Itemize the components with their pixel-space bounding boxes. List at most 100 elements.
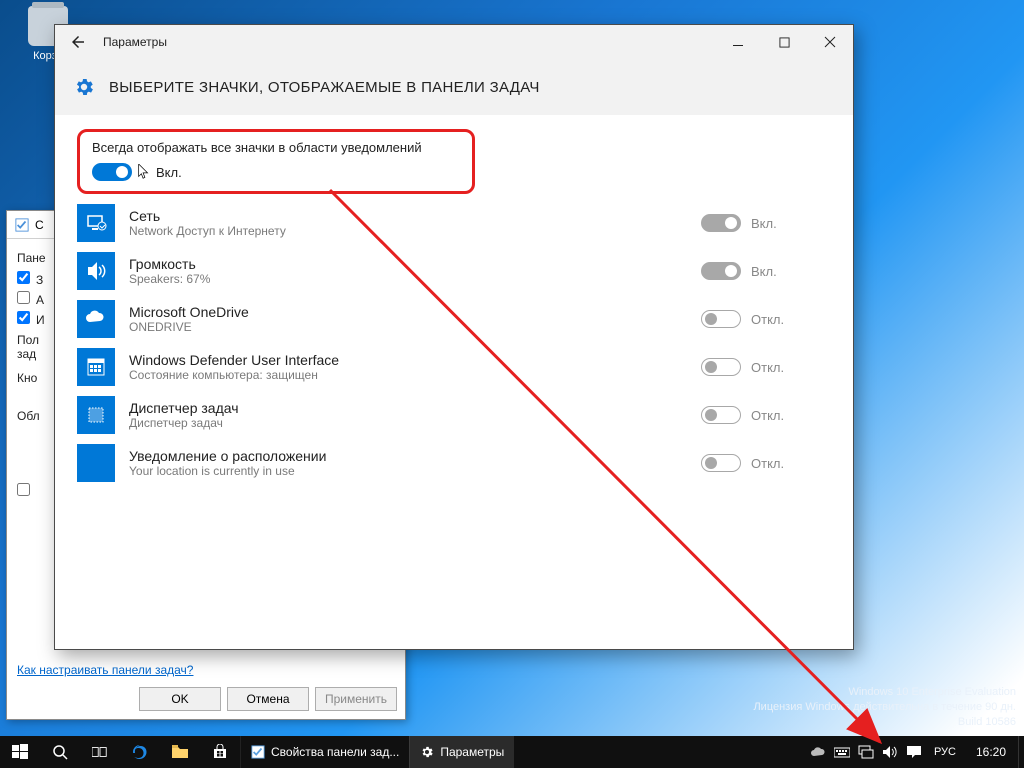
tray-onedrive-icon[interactable] xyxy=(810,744,826,760)
icon-row: Уведомление о расположенииYour location … xyxy=(77,444,831,482)
icon-row: СетьNetwork Доступ к Интернету Вкл. xyxy=(77,204,831,242)
icon-row: Windows Defender User InterfaceСостояние… xyxy=(77,348,831,386)
row-toggle-state: Откл. xyxy=(751,312,784,327)
store-icon xyxy=(212,744,228,760)
tray-keyboard-icon[interactable] xyxy=(834,744,850,760)
master-toggle[interactable] xyxy=(92,163,132,181)
row-subtitle: Состояние компьютера: защищен xyxy=(129,368,339,382)
row-title: Windows Defender User Interface xyxy=(129,352,339,368)
edge-icon xyxy=(132,744,148,760)
checkbox-icon xyxy=(15,218,29,232)
row-toggle[interactable] xyxy=(701,310,741,328)
app-tile-icon xyxy=(77,252,115,290)
row-toggle-state: Откл. xyxy=(751,408,784,423)
props-title-text: С xyxy=(35,218,44,232)
search-button[interactable] xyxy=(40,736,80,768)
file-explorer-button[interactable] xyxy=(160,736,200,768)
system-tray[interactable]: РУС 16:20 xyxy=(806,736,1018,768)
icon-settings-list: СетьNetwork Доступ к ИнтернетуВкл.Громко… xyxy=(77,204,831,482)
tray-language[interactable]: РУС xyxy=(930,746,960,758)
settings-titlebar-text: Параметры xyxy=(95,35,167,49)
row-title: Диспетчер задач xyxy=(129,400,239,416)
store-button[interactable] xyxy=(200,736,240,768)
row-subtitle: Диспетчер задач xyxy=(129,416,239,430)
taskbar[interactable]: Свойства панели зад... Параметры РУС 16:… xyxy=(0,736,1024,768)
row-subtitle: Network Доступ к Интернету xyxy=(129,224,286,238)
cancel-button[interactable]: Отмена xyxy=(227,687,309,711)
app-tile-icon xyxy=(77,300,115,338)
tray-volume-icon[interactable] xyxy=(882,744,898,760)
page-title: ВЫБЕРИТЕ ЗНАЧКИ, ОТОБРАЖАЕМЫЕ В ПАНЕЛИ З… xyxy=(109,79,540,96)
row-title: Громкость xyxy=(129,256,210,272)
gear-icon xyxy=(73,76,95,98)
start-button[interactable] xyxy=(0,736,40,768)
windows-logo-icon xyxy=(12,744,28,760)
row-toggle-state: Вкл. xyxy=(751,264,777,279)
folder-icon xyxy=(172,744,188,760)
search-icon xyxy=(52,744,68,760)
taskbar-app-properties[interactable]: Свойства панели зад... xyxy=(240,736,409,768)
arrow-left-icon xyxy=(69,33,87,51)
icon-row: Диспетчер задачДиспетчер задач Откл. xyxy=(77,396,831,434)
taskbar-app-settings[interactable]: Параметры xyxy=(409,736,514,768)
settings-titlebar[interactable]: Параметры xyxy=(55,25,853,59)
row-toggle[interactable] xyxy=(701,406,741,424)
watermark-line2: Лицензия Windows действительна в течение… xyxy=(753,700,1016,715)
row-text: Microsoft OneDriveONEDRIVE xyxy=(129,304,249,334)
task-view-icon xyxy=(92,744,108,760)
desktop-watermark: Windows 10 Enterprise Evaluation Лицензи… xyxy=(753,685,1016,730)
row-toggle[interactable] xyxy=(701,262,741,280)
app-tile-icon xyxy=(77,444,115,482)
task-view-button[interactable] xyxy=(80,736,120,768)
row-toggle[interactable] xyxy=(701,214,741,232)
apply-button[interactable]: Применить xyxy=(315,687,397,711)
tray-action-center-icon[interactable] xyxy=(906,744,922,760)
gear-small-icon xyxy=(420,745,434,759)
row-text: Диспетчер задачДиспетчер задач xyxy=(129,400,239,430)
row-toggle[interactable] xyxy=(701,454,741,472)
checkbox-small-icon xyxy=(251,745,265,759)
row-subtitle: Your location is currently in use xyxy=(129,464,326,478)
row-text: СетьNetwork Доступ к Интернету xyxy=(129,208,286,238)
window-controls xyxy=(715,25,853,59)
back-button[interactable] xyxy=(61,25,95,59)
ok-button[interactable]: OK xyxy=(139,687,221,711)
settings-header: ВЫБЕРИТЕ ЗНАЧКИ, ОТОБРАЖАЕМЫЕ В ПАНЕЛИ З… xyxy=(55,59,853,115)
master-toggle-state: Вкл. xyxy=(156,165,182,180)
taskbar-app-settings-label: Параметры xyxy=(440,745,504,759)
row-title: Сеть xyxy=(129,208,286,224)
settings-content: Всегда отображать все значки в области у… xyxy=(55,115,853,649)
row-toggle-state: Откл. xyxy=(751,360,784,375)
props-button-row: OK Отмена Применить xyxy=(139,687,397,711)
app-tile-icon xyxy=(77,204,115,242)
settings-window[interactable]: Параметры ВЫБЕРИТЕ ЗНАЧКИ, ОТОБРАЖАЕМЫЕ … xyxy=(54,24,854,650)
cursor-icon xyxy=(138,164,150,180)
row-text: Windows Defender User InterfaceСостояние… xyxy=(129,352,339,382)
master-toggle-label: Всегда отображать все значки в области у… xyxy=(92,140,460,155)
row-subtitle: Speakers: 67% xyxy=(129,272,210,286)
watermark-line1: Windows 10 Enterprise Evaluation xyxy=(753,685,1016,700)
maximize-button[interactable] xyxy=(761,25,807,59)
show-desktop-button[interactable] xyxy=(1018,736,1024,768)
app-tile-icon xyxy=(77,396,115,434)
tray-clock[interactable]: 16:20 xyxy=(968,745,1014,759)
minimize-button[interactable] xyxy=(715,25,761,59)
row-text: Уведомление о расположенииYour location … xyxy=(129,448,326,478)
row-text: ГромкостьSpeakers: 67% xyxy=(129,256,210,286)
row-toggle-state: Откл. xyxy=(751,456,784,471)
close-button[interactable] xyxy=(807,25,853,59)
row-title: Microsoft OneDrive xyxy=(129,304,249,320)
watermark-line3: Build 10586 xyxy=(753,715,1016,730)
annotation-highlight-box: Всегда отображать все значки в области у… xyxy=(77,129,475,194)
app-tile-icon xyxy=(77,348,115,386)
taskbar-app-properties-label: Свойства панели зад... xyxy=(271,745,399,759)
row-toggle[interactable] xyxy=(701,358,741,376)
row-subtitle: ONEDRIVE xyxy=(129,320,249,334)
edge-button[interactable] xyxy=(120,736,160,768)
tray-network-icon[interactable] xyxy=(858,744,874,760)
icon-row: Microsoft OneDriveONEDRIVE Откл. xyxy=(77,300,831,338)
props-help-link[interactable]: Как настраивать панели задач? xyxy=(17,663,193,677)
row-toggle-state: Вкл. xyxy=(751,216,777,231)
row-title: Уведомление о расположении xyxy=(129,448,326,464)
icon-row: ГромкостьSpeakers: 67% Вкл. xyxy=(77,252,831,290)
